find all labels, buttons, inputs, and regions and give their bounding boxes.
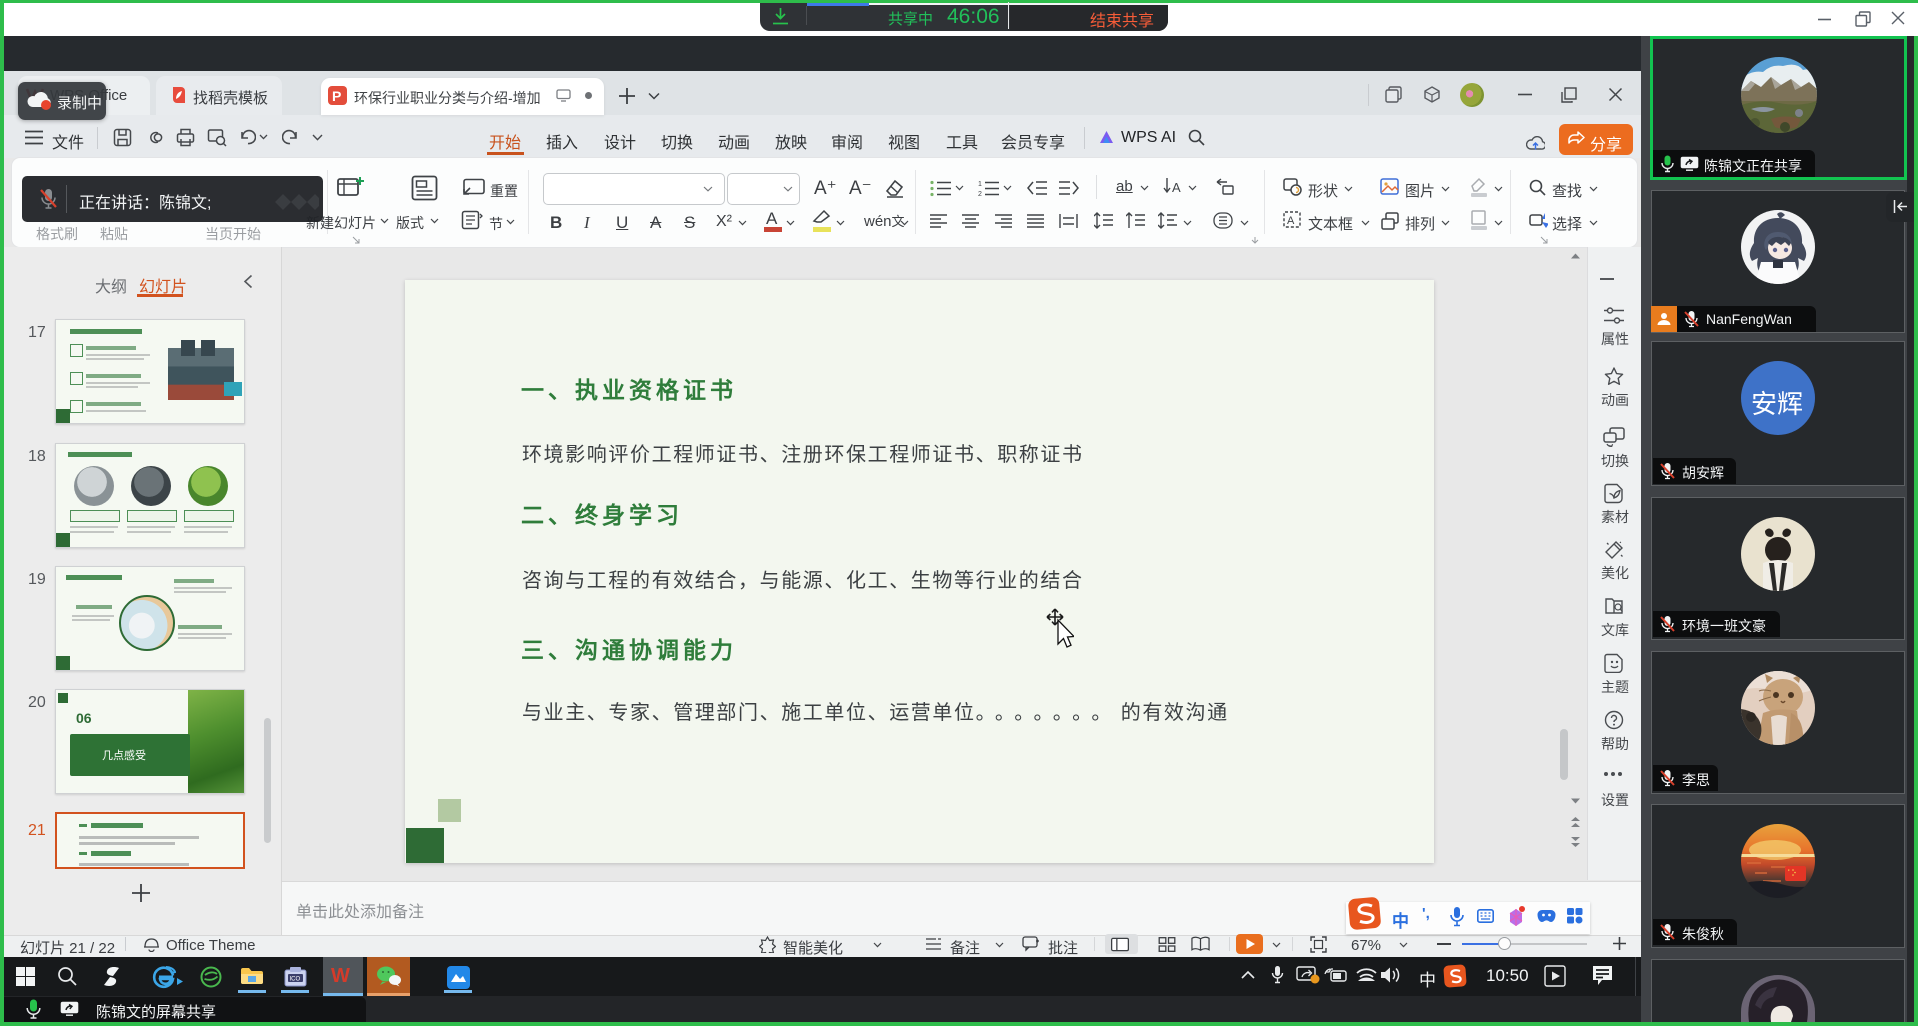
svg-text:1: 1 (978, 181, 982, 188)
svg-text:A: A (1287, 215, 1295, 227)
svg-text:A: A (1172, 180, 1181, 195)
svg-text:2: 2 (978, 191, 982, 197)
svg-text:ICO: ICO (290, 977, 301, 983)
